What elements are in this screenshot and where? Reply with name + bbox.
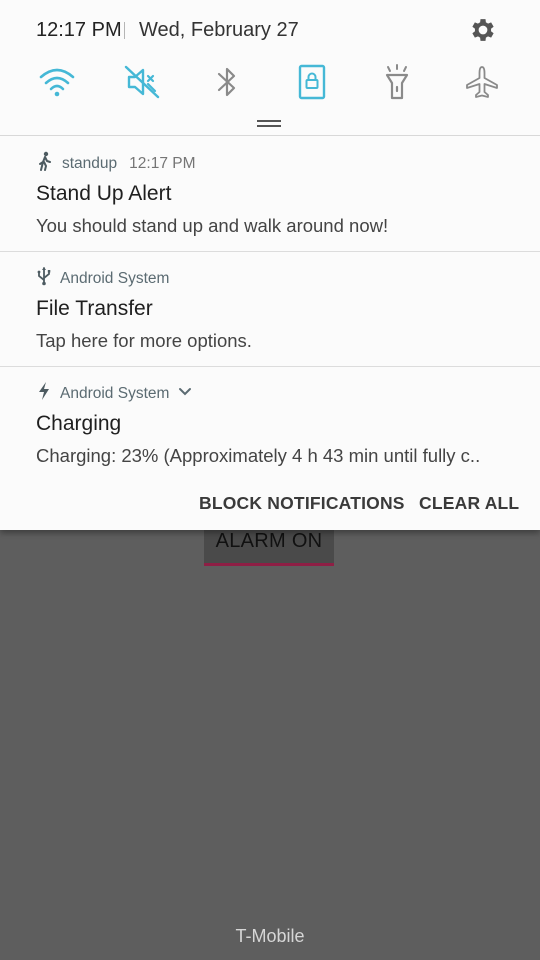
airplane-icon bbox=[463, 64, 501, 105]
wifi-toggle[interactable] bbox=[35, 62, 79, 106]
notification-app-row: Android System bbox=[36, 266, 169, 291]
notification-title: Stand Up Alert bbox=[36, 182, 172, 205]
screen-lock-toggle[interactable] bbox=[290, 62, 334, 106]
speaker-muted-icon bbox=[123, 64, 161, 105]
quick-settings-header: 12:17 PM Wed, February 27 bbox=[0, 0, 540, 136]
gear-icon[interactable] bbox=[468, 15, 498, 45]
drag-handle[interactable] bbox=[257, 120, 281, 127]
usb-icon bbox=[36, 266, 52, 291]
notification-file-transfer[interactable]: Android System File Transfer Tap here fo… bbox=[0, 252, 540, 367]
bluetooth-icon bbox=[214, 64, 240, 105]
bluetooth-toggle[interactable] bbox=[205, 62, 249, 106]
notification-app-name: Android System bbox=[60, 384, 170, 402]
notification-charging[interactable]: Android System Charging Charging: 23% (A… bbox=[0, 367, 540, 482]
chevron-down-icon[interactable] bbox=[177, 385, 193, 403]
flashlight-toggle[interactable] bbox=[375, 62, 419, 106]
notification-text: Charging: 23% (Approximately 4 h 43 min … bbox=[36, 445, 481, 466]
notification-app-row: standup 12:17 PM bbox=[36, 151, 196, 176]
block-notifications-button[interactable]: BLOCK NOTIFICATIONS bbox=[199, 493, 405, 514]
status-date: Wed, February 27 bbox=[139, 19, 299, 41]
status-time: 12:17 PM bbox=[36, 19, 122, 41]
carrier-label: T-Mobile bbox=[235, 926, 305, 946]
notification-text: Tap here for more options. bbox=[36, 330, 252, 351]
notification-app-name: Android System bbox=[60, 269, 170, 287]
notification-text: You should stand up and walk around now! bbox=[36, 215, 389, 236]
wifi-icon bbox=[37, 65, 77, 104]
notification-app-name: standup bbox=[62, 154, 118, 172]
walking-person-icon bbox=[36, 151, 54, 176]
divider bbox=[124, 22, 125, 39]
phone-lock-icon bbox=[297, 64, 327, 105]
notification-title: File Transfer bbox=[36, 297, 153, 320]
notification-shade: 12:17 PM Wed, February 27 standup 12:17 … bbox=[0, 0, 540, 530]
clear-all-button[interactable]: CLEAR ALL bbox=[419, 493, 519, 514]
sound-toggle[interactable] bbox=[120, 62, 164, 106]
notification-title: Charging bbox=[36, 412, 122, 435]
lightning-icon bbox=[36, 381, 52, 406]
flashlight-icon bbox=[382, 63, 412, 106]
notification-time: 12:17 PM bbox=[129, 154, 196, 172]
airplane-toggle[interactable] bbox=[460, 62, 504, 106]
notification-standup[interactable]: standup 12:17 PM Stand Up Alert You shou… bbox=[0, 137, 540, 252]
notification-app-row: Android System bbox=[36, 381, 193, 406]
